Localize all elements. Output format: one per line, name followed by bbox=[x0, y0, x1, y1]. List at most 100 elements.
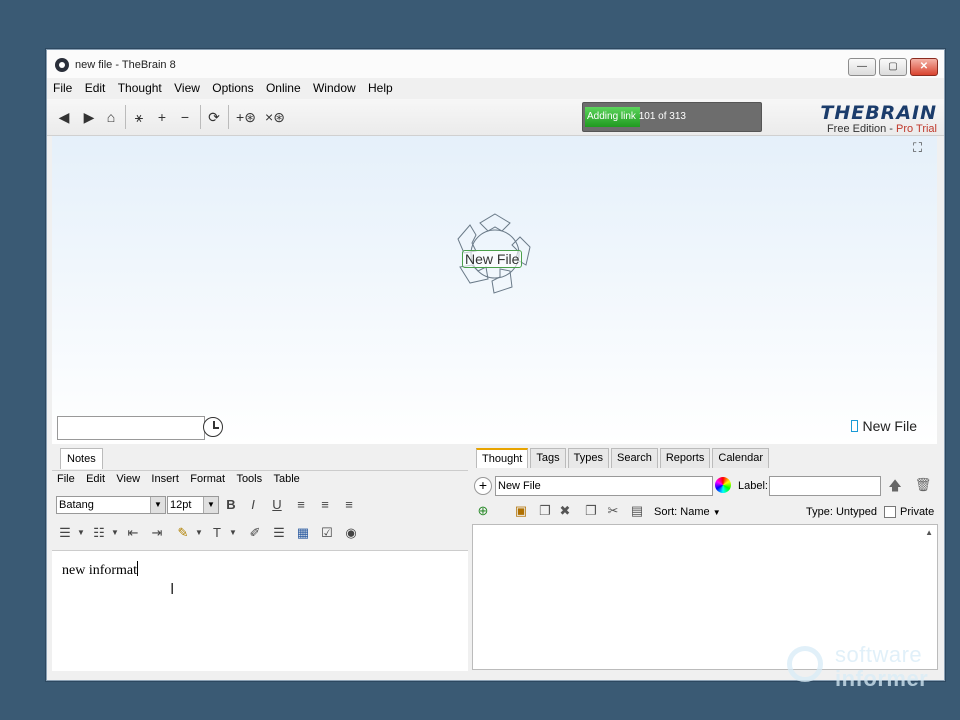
up-arrow-icon[interactable]: 🡅 bbox=[886, 477, 904, 495]
thought-action-row: ⊕ ▣ ❐ ✖ ❐ ✂ ▤ Sort: Name ▼ Type: Untyped… bbox=[472, 501, 937, 523]
thought-node-label[interactable]: New File bbox=[462, 250, 523, 268]
toolbar-divider bbox=[200, 105, 201, 129]
tab-types[interactable]: Types bbox=[567, 448, 609, 468]
plex-view-icon[interactable]: ⚹ bbox=[130, 108, 148, 126]
active-thought-indicator[interactable]: New File bbox=[850, 418, 917, 434]
clock-icon[interactable] bbox=[203, 417, 223, 437]
scroll-up-icon[interactable]: ▲ bbox=[925, 528, 933, 537]
thought-name-row: + New File Label: 🡅 🗑 bbox=[472, 475, 937, 499]
font-select[interactable]: Batang ▼ bbox=[56, 496, 166, 514]
chevron-down-icon[interactable]: ▼ bbox=[190, 524, 208, 542]
progress-bar: Adding link 101 of 313 bbox=[582, 102, 762, 132]
plex-area[interactable]: ⛶ New File New File bbox=[52, 136, 937, 444]
format-toolbar-2: ☰ ▼ ☷ ▼ ⇤ ⇥ ✎ ▼ T ▼ ✐ ☰ ▦ ☑ ◉ bbox=[52, 522, 468, 544]
align-left-icon[interactable]: ≡ bbox=[292, 496, 310, 514]
title-bar: new file - TheBrain 8 — ▢ ✕ bbox=[47, 50, 944, 79]
tab-tags[interactable]: Tags bbox=[530, 448, 566, 468]
expand-icon[interactable]: ⛶ bbox=[913, 140, 931, 158]
close-button[interactable]: ✕ bbox=[910, 58, 938, 76]
app-window: new file - TheBrain 8 — ▢ ✕ File Edit Th… bbox=[46, 49, 945, 681]
format-toolbar: Batang ▼ 12pt ▼ B I U ≡ ≡ ≡ bbox=[52, 494, 468, 516]
remove-thought-icon[interactable]: − bbox=[176, 108, 194, 126]
notes-menu-format[interactable]: Format bbox=[185, 471, 228, 485]
unlink-thought-icon[interactable]: ×⊛ bbox=[262, 108, 288, 126]
menu-thought[interactable]: Thought bbox=[112, 78, 165, 95]
menu-online[interactable]: Online bbox=[260, 78, 304, 95]
outdent-icon[interactable]: ⇤ bbox=[124, 524, 142, 542]
thought-type[interactable]: Type: Untyped bbox=[806, 506, 877, 518]
link-thought-icon[interactable]: +⊛ bbox=[233, 108, 259, 126]
sync-icon[interactable]: ⟳ bbox=[205, 108, 223, 126]
paste-icon[interactable]: ▤ bbox=[628, 503, 646, 521]
cut-icon[interactable]: ✂ bbox=[604, 503, 622, 521]
notes-menu-tools[interactable]: Tools bbox=[231, 471, 265, 485]
notes-editor[interactable]: new informat I bbox=[52, 550, 468, 671]
thought-search-input[interactable] bbox=[57, 416, 205, 440]
trash-icon[interactable]: 🗑 bbox=[914, 477, 932, 495]
tab-reports[interactable]: Reports bbox=[659, 448, 711, 468]
duplicate-icon[interactable]: ❐ bbox=[582, 503, 600, 521]
thought-panel: Thought Tags Types Search Reports Calend… bbox=[472, 448, 938, 670]
private-checkbox[interactable] bbox=[884, 506, 896, 518]
menu-view[interactable]: View bbox=[168, 78, 203, 95]
thought-icon bbox=[850, 420, 858, 432]
minimize-button[interactable]: — bbox=[848, 58, 876, 76]
chevron-down-icon[interactable]: ▼ bbox=[224, 524, 242, 542]
menu-window[interactable]: Window bbox=[307, 78, 359, 95]
notes-menu-insert[interactable]: Insert bbox=[146, 471, 182, 485]
folder-icon[interactable]: ▣ bbox=[512, 503, 530, 521]
watermark-line1: software bbox=[835, 642, 923, 667]
italic-icon[interactable]: I bbox=[244, 496, 262, 514]
menu-file[interactable]: File bbox=[47, 78, 75, 95]
forward-arrow-icon[interactable]: ▶ bbox=[80, 108, 98, 126]
tab-thought[interactable]: Thought bbox=[476, 448, 529, 468]
logo-edition: Free Edition - Pro Trial bbox=[826, 123, 937, 135]
tab-search[interactable]: Search bbox=[610, 448, 658, 468]
sort-dropdown[interactable]: Sort: Name ▼ bbox=[654, 506, 721, 518]
menu-options[interactable]: Options bbox=[206, 78, 256, 95]
progress-text: Adding link 101 of 313 bbox=[587, 111, 686, 122]
delete-icon[interactable]: ✖ bbox=[556, 503, 574, 521]
checkbox-icon[interactable]: ☑ bbox=[318, 524, 336, 542]
chevron-down-icon: ▼ bbox=[712, 508, 721, 517]
bold-icon[interactable]: B bbox=[222, 496, 240, 514]
clear-format-icon[interactable]: ✐ bbox=[246, 524, 264, 542]
thought-tabs: Thought Tags Types Search Reports Calend… bbox=[476, 448, 770, 468]
tab-notes[interactable]: Notes bbox=[60, 448, 103, 469]
menu-help[interactable]: Help bbox=[362, 78, 396, 95]
chevron-down-icon[interactable]: ▼ bbox=[106, 524, 124, 542]
copy-icon[interactable]: ❐ bbox=[536, 503, 554, 521]
notes-menu-file[interactable]: File bbox=[52, 471, 78, 485]
label-input[interactable] bbox=[769, 476, 881, 496]
notes-menu-edit[interactable]: Edit bbox=[81, 471, 108, 485]
underline-icon[interactable]: U bbox=[268, 496, 286, 514]
watermark: software informer bbox=[785, 640, 945, 691]
thought-name-input[interactable]: New File bbox=[495, 476, 713, 496]
new-attachment-icon[interactable]: ⊕ bbox=[474, 503, 492, 521]
table-icon[interactable]: ▦ bbox=[294, 524, 312, 542]
maximize-button[interactable]: ▢ bbox=[879, 58, 907, 76]
chevron-down-icon: ▼ bbox=[203, 497, 218, 513]
home-icon[interactable]: ⌂ bbox=[102, 108, 120, 126]
color-wheel-icon[interactable] bbox=[715, 477, 731, 493]
add-thought-icon[interactable]: + bbox=[153, 108, 171, 126]
add-icon[interactable]: + bbox=[474, 477, 492, 495]
align-right-icon[interactable]: ≡ bbox=[340, 496, 358, 514]
back-arrow-icon[interactable]: ◀ bbox=[55, 108, 73, 126]
window-title: new file - TheBrain 8 bbox=[75, 59, 176, 71]
notes-menu-bar: File Edit View Insert Format Tools Table bbox=[52, 470, 468, 489]
notes-menu-table[interactable]: Table bbox=[268, 471, 302, 485]
logo-name: THEBRAIN bbox=[820, 102, 937, 124]
align-center-icon[interactable]: ≡ bbox=[316, 496, 334, 514]
font-size-select[interactable]: 12pt ▼ bbox=[167, 496, 219, 514]
menu-edit[interactable]: Edit bbox=[79, 78, 109, 95]
text-caret bbox=[137, 561, 139, 576]
toolbar-divider bbox=[125, 105, 126, 129]
menu-bar: File Edit Thought View Options Online Wi… bbox=[47, 78, 944, 98]
notes-menu-view[interactable]: View bbox=[111, 471, 143, 485]
chevron-down-icon[interactable]: ▼ bbox=[72, 524, 90, 542]
indent-icon[interactable]: ⇥ bbox=[148, 524, 166, 542]
play-icon[interactable]: ◉ bbox=[342, 524, 360, 542]
tab-calendar[interactable]: Calendar bbox=[712, 448, 770, 468]
horizontal-rule-icon[interactable]: ☰ bbox=[270, 524, 288, 542]
